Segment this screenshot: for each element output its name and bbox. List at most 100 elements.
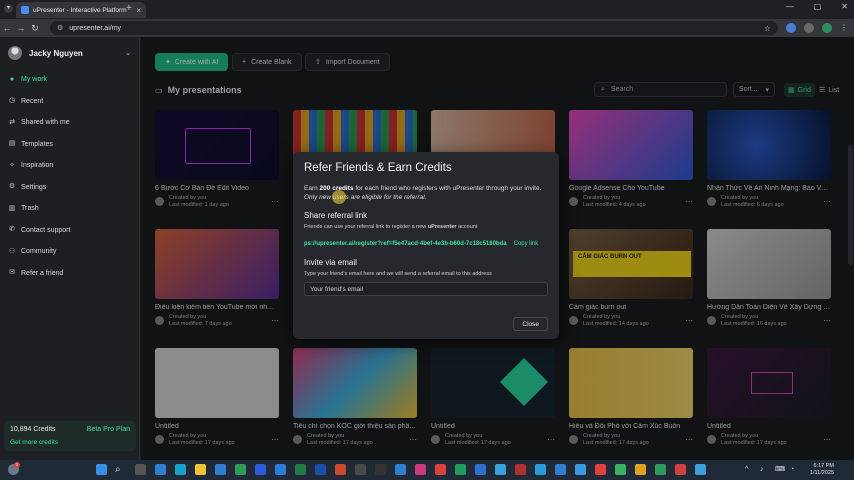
clock-icon: ◷ [8, 97, 16, 105]
maximize-icon[interactable]: ▢ [814, 2, 822, 11]
language-icon[interactable]: ⌨ [775, 464, 786, 475]
extension-puzzle-icon[interactable] [804, 23, 814, 33]
minimize-icon[interactable]: — [786, 2, 794, 11]
friend-email-input[interactable]: Your friend's email [304, 282, 548, 296]
sidebar-item-shared[interactable]: ⇄ Shared with me [0, 112, 139, 134]
sidebar-item-label: Templates [21, 140, 53, 148]
app-icon[interactable] [435, 464, 446, 475]
app-icon[interactable] [515, 464, 526, 475]
zalo-icon[interactable] [395, 464, 406, 475]
tab-title: uPresenter - Interactive Platform [33, 6, 127, 14]
user-menu[interactable]: Jacky Nguyen ⌄ [0, 37, 139, 69]
capcut-icon[interactable] [375, 464, 386, 475]
extension-icon[interactable] [786, 23, 796, 33]
app-icon[interactable] [495, 464, 506, 475]
brand-name: uPresenter [427, 224, 457, 230]
search-icon[interactable]: ⌕ [115, 464, 126, 475]
browser-tab-bar: ▾ uPresenter - Interactive Platform × + … [0, 0, 854, 19]
close-tab-icon[interactable]: × [136, 6, 141, 15]
sidebar: Jacky Nguyen ⌄ ● My work ◷ Recent ⇄ Shar… [0, 37, 140, 460]
windows-start-icon[interactable] [96, 464, 107, 475]
reload-icon[interactable]: ↻ [28, 23, 42, 34]
forward-icon[interactable]: → [14, 23, 28, 33]
sidebar-item-label: Settings [21, 183, 47, 191]
app-icon[interactable] [555, 464, 566, 475]
app-icon[interactable] [155, 464, 166, 475]
url-input[interactable]: ⚙ upresenter.ai/my ☆ [50, 21, 778, 35]
clock-date: 1/11/2025 [809, 470, 834, 476]
app-icon[interactable] [655, 464, 666, 475]
sidebar-item-inspiration[interactable]: ✧ Inspiration [0, 155, 139, 177]
tray-chevron-icon[interactable]: ^ [745, 464, 756, 475]
invite-email-description: Type your friend's email here and we wil… [304, 271, 492, 277]
browser-menu-icon[interactable]: ⋮ [840, 23, 850, 33]
template-icon: ▤ [8, 140, 16, 148]
app-icon[interactable] [475, 464, 486, 475]
app-icon[interactable] [615, 464, 626, 475]
notification-badge: 1 [14, 462, 20, 468]
tab-search-icon[interactable]: ▾ [4, 4, 13, 13]
user-name: Jacky Nguyen [29, 48, 83, 58]
store-icon[interactable] [215, 464, 226, 475]
profile-avatar-icon[interactable] [822, 23, 832, 33]
get-more-credits-link[interactable]: Get more credits [10, 439, 58, 446]
sidebar-item-trash[interactable]: ▥ Trash [0, 198, 139, 220]
bookmark-star-icon[interactable]: ☆ [764, 24, 771, 33]
app-icon[interactable] [415, 464, 426, 475]
modal-title: Refer Friends & Earn Credits [304, 162, 452, 174]
photoshop-icon[interactable] [315, 464, 326, 475]
network-icon[interactable]: ◔ [790, 464, 801, 475]
sidebar-item-refer[interactable]: ✉ Refer a friend [0, 263, 139, 285]
app-icon[interactable] [575, 464, 586, 475]
new-tab-icon[interactable]: + [126, 3, 132, 14]
telegram-icon[interactable] [535, 464, 546, 475]
chrome-icon[interactable] [635, 464, 646, 475]
task-view-icon[interactable] [135, 464, 146, 475]
app-icon[interactable] [235, 464, 246, 475]
sidebar-item-label: Recent [21, 97, 44, 105]
app-icon[interactable] [595, 464, 606, 475]
app-icon[interactable] [355, 464, 366, 475]
sidebar-item-recent[interactable]: ◷ Recent [0, 91, 139, 113]
sidebar-item-label: Community [21, 248, 57, 256]
app-icon[interactable] [335, 464, 346, 475]
word-icon[interactable] [275, 464, 286, 475]
refer-friends-modal: Refer Friends & Earn Credits Earn 200 cr… [293, 152, 559, 339]
share-desc-suffix: account [456, 224, 478, 230]
earn-prefix: Earn [304, 185, 320, 192]
sidebar-item-label: Inspiration [21, 162, 54, 170]
back-icon[interactable]: ← [0, 23, 14, 33]
sidebar-item-label: Trash [21, 205, 39, 213]
bulb-icon: ✧ [9, 161, 15, 169]
edge-icon[interactable] [175, 464, 186, 475]
app-icon[interactable] [695, 464, 706, 475]
share-referral-heading: Share referral link [304, 211, 368, 220]
microphone-icon[interactable]: ♪ [760, 464, 771, 475]
outlook-icon[interactable] [255, 464, 266, 475]
share-referral-description: Friends can use your referral link to re… [304, 224, 548, 230]
gift-icon: ✉ [9, 269, 15, 277]
plan-badge[interactable]: Beta Pro Plan [87, 426, 130, 433]
sidebar-item-my-work[interactable]: ● My work [0, 69, 139, 91]
sidebar-item-settings[interactable]: ⚙ Settings [0, 177, 139, 199]
sidebar-item-community[interactable]: ⚇ Community [0, 241, 139, 263]
excel-icon[interactable] [295, 464, 306, 475]
close-window-icon[interactable]: ✕ [841, 2, 848, 11]
credits-amount: 10,894 Credits [10, 426, 56, 433]
share-icon: ⇄ [9, 118, 15, 126]
referral-link[interactable]: ps://upresenter.ai/register?ref=f5e47acd… [304, 241, 507, 247]
chevron-down-icon: ⌄ [125, 50, 131, 57]
system-clock[interactable]: 6:17 PM 1/11/2025 [810, 463, 834, 477]
app-icon[interactable] [455, 464, 466, 475]
invite-email-heading: Invite via email [304, 258, 357, 267]
file-explorer-icon[interactable] [195, 464, 206, 475]
sidebar-item-templates[interactable]: ▤ Templates [0, 134, 139, 156]
close-button[interactable]: Close [513, 317, 548, 331]
copy-link-button[interactable]: Copy link [514, 241, 539, 247]
share-desc-prefix: Friends can use your referral link to re… [304, 224, 428, 230]
sidebar-item-label: Refer a friend [21, 269, 64, 277]
sidebar-item-contact-support[interactable]: ✆ Contact support [0, 220, 139, 242]
site-info-icon[interactable]: ⚙ [57, 24, 63, 32]
app-icon[interactable] [675, 464, 686, 475]
address-bar: ← → ↻ ⚙ upresenter.ai/my ☆ ⋮ [0, 19, 854, 37]
